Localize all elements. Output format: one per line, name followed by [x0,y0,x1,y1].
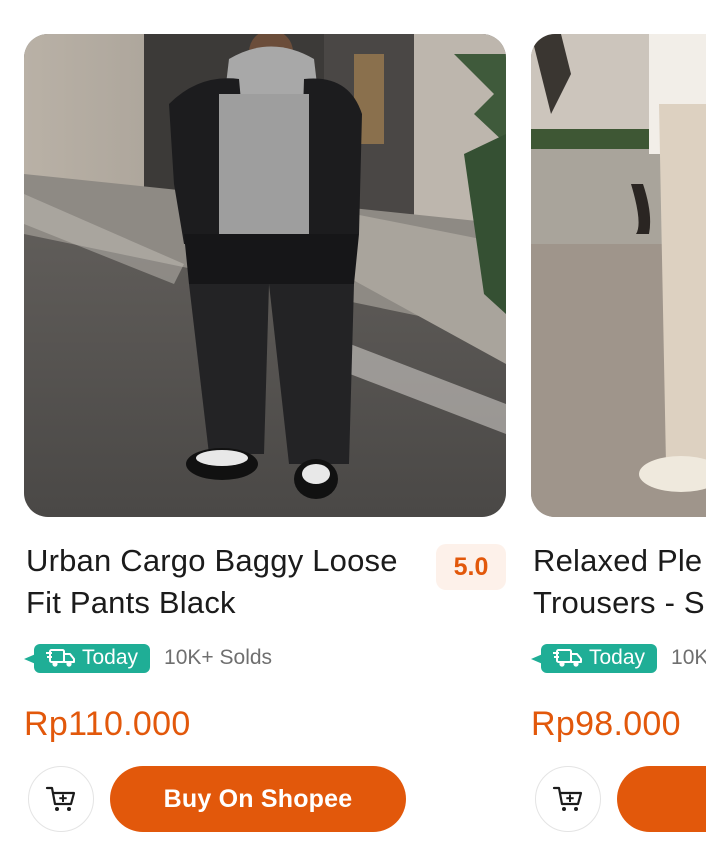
sold-count: 10K+ Solds [164,646,273,669]
product-card[interactable]: Urban Cargo Baggy Loose Fit Pants Black … [24,34,506,834]
buy-on-shopee-button[interactable]: Bu [617,766,706,832]
product-price: Rp110.000 [24,705,191,743]
product-title-line: Relaxed Ple [533,543,703,578]
product-title-line: Trousers - S [533,585,705,620]
product-actions: Buy On Shopee [24,766,506,834]
product-title[interactable]: Relaxed Ple Trousers - S [533,540,706,624]
rating-badge: 5.0 [436,544,506,590]
product-meta: Today 10K [531,642,706,674]
delivery-badge-label: Today [82,646,139,669]
add-to-cart-button[interactable] [535,766,601,832]
product-meta: Today 10K+ Solds [24,642,506,674]
product-price: Rp98.000 [531,705,681,743]
speed-lines-icon [24,652,38,665]
product-title-row: Relaxed Ple Trousers - S [531,540,706,632]
product-card[interactable]: Relaxed Ple Trousers - S Today 10K Rp98.… [531,34,706,834]
delivery-badge: Today [24,643,151,673]
product-title-row: Urban Cargo Baggy Loose Fit Pants Black … [24,540,506,632]
buy-on-shopee-button[interactable]: Buy On Shopee [110,766,406,832]
product-carousel: Urban Cargo Baggy Loose Fit Pants Black … [0,0,706,860]
add-to-cart-icon [552,786,583,811]
product-actions: Bu [531,766,706,834]
add-to-cart-button[interactable] [28,766,94,832]
delivery-truck-icon [553,649,582,667]
delivery-truck-icon [46,649,75,667]
delivery-badge: Today [531,643,658,673]
add-to-cart-icon [45,786,76,811]
delivery-badge-label: Today [589,646,646,669]
product-image[interactable] [531,34,706,517]
sold-count: 10K [671,646,706,669]
product-title[interactable]: Urban Cargo Baggy Loose Fit Pants Black [26,540,436,624]
product-image[interactable] [24,34,506,517]
speed-lines-icon [531,652,545,665]
